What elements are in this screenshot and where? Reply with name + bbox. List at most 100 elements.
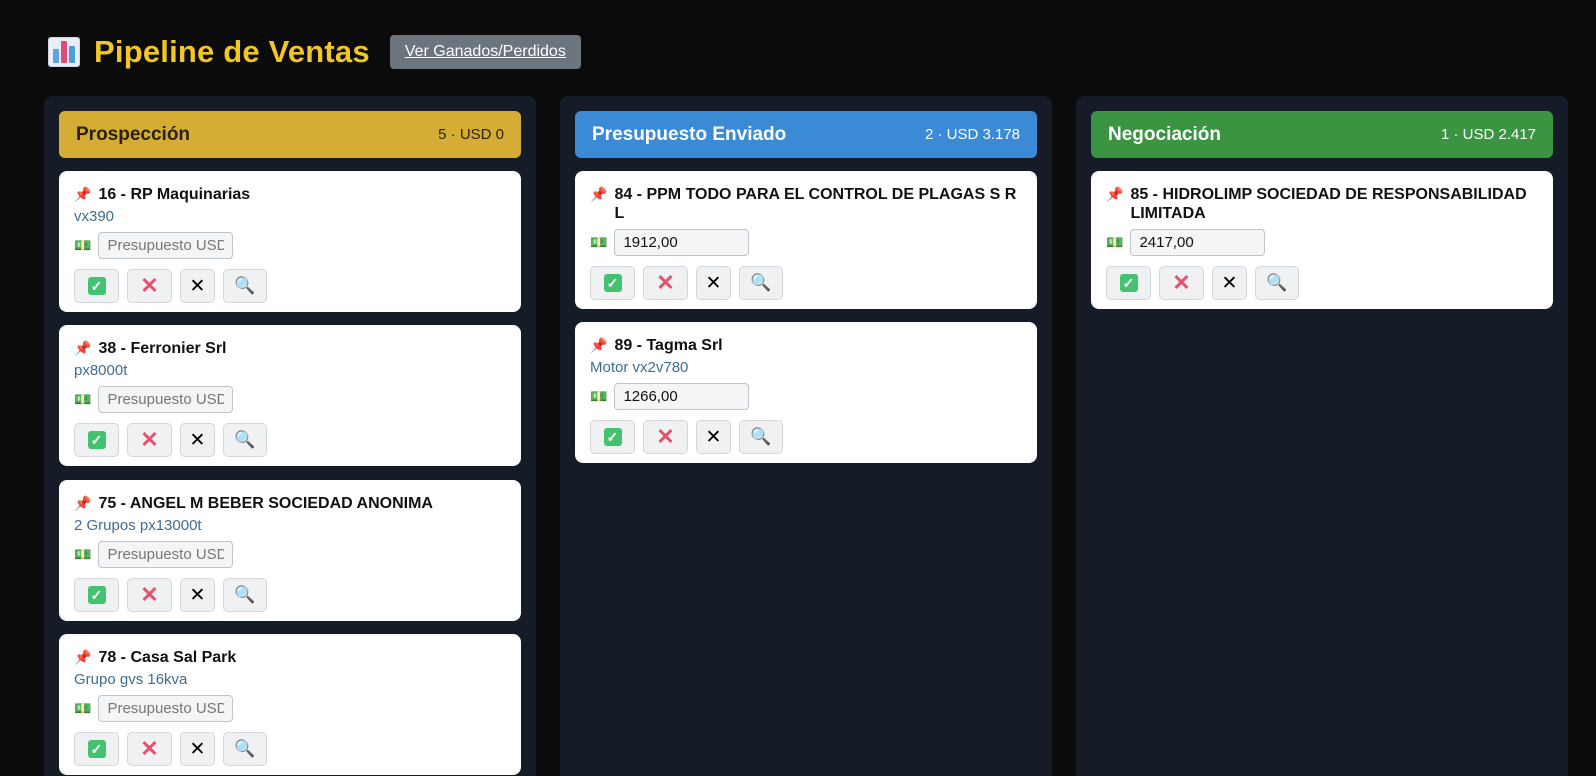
mark-won-button[interactable]: ✓ — [74, 578, 119, 612]
view-details-button[interactable]: 🔍 — [1255, 266, 1299, 300]
close-icon: ✕ — [189, 584, 206, 606]
view-details-button[interactable]: 🔍 — [223, 732, 267, 766]
red-x-icon: ✕ — [656, 424, 675, 449]
column-title: Presupuesto Enviado — [592, 123, 787, 145]
column-summary: 1 · USD 2.417 — [1440, 126, 1536, 143]
column-summary: 5 · USD 0 — [438, 126, 504, 143]
magnifier-icon: 🔍 — [234, 585, 256, 604]
view-details-button[interactable]: 🔍 — [739, 420, 783, 454]
pin-icon: 📌 — [74, 495, 92, 511]
check-icon: ✓ — [1119, 274, 1138, 292]
budget-input[interactable] — [614, 229, 750, 256]
mark-lost-button[interactable]: ✕ — [127, 423, 172, 457]
check-icon: ✓ — [87, 586, 106, 604]
magnifier-icon: 🔍 — [234, 430, 256, 449]
view-details-button[interactable]: 🔍 — [223, 269, 267, 303]
check-icon: ✓ — [603, 428, 622, 446]
view-details-button[interactable]: 🔍 — [223, 423, 267, 457]
pin-icon: 📌 — [1106, 186, 1124, 202]
budget-input[interactable] — [98, 695, 234, 722]
mark-won-button[interactable]: ✓ — [74, 269, 119, 303]
deal-title: 75 - ANGEL M BEBER SOCIEDAD ANONIMA — [98, 495, 433, 512]
mark-won-button[interactable]: ✓ — [74, 423, 119, 457]
pin-icon: 📌 — [590, 337, 608, 353]
deal-subtitle: px8000t — [74, 362, 128, 379]
money-icon: 💵 — [74, 546, 92, 562]
mark-lost-button[interactable]: ✕ — [643, 420, 688, 454]
deal-card[interactable]: 📌 84 - PPM TODO PARA EL CONTROL DE PLAGAS… — [575, 171, 1037, 309]
deal-card[interactable]: 📌78 - Casa Sal Park Grupo gvs 16kva 💵 ✓ … — [59, 634, 521, 775]
page-header: Pipeline de Ventas Ver Ganados/Perdidos — [48, 32, 581, 72]
budget-input[interactable] — [98, 386, 234, 413]
red-x-icon: ✕ — [656, 270, 675, 295]
mark-won-button[interactable]: ✓ — [74, 732, 119, 766]
magnifier-icon: 🔍 — [750, 273, 772, 292]
mark-won-button[interactable]: ✓ — [1106, 266, 1151, 300]
mark-lost-button[interactable]: ✕ — [1159, 266, 1204, 300]
column-header-negociacion: Negociación 1 · USD 2.417 — [1091, 111, 1553, 158]
close-button[interactable]: ✕ — [180, 732, 215, 766]
column-title: Prospección — [76, 123, 191, 145]
close-button[interactable]: ✕ — [696, 266, 731, 300]
deal-title: 78 - Casa Sal Park — [98, 649, 237, 666]
close-icon: ✕ — [705, 272, 722, 294]
close-icon: ✕ — [189, 275, 206, 297]
view-details-button[interactable]: 🔍 — [223, 578, 267, 612]
mark-lost-button[interactable]: ✕ — [643, 266, 688, 300]
red-x-icon: ✕ — [140, 273, 159, 298]
column-title: Negociación — [1108, 123, 1221, 145]
deal-card[interactable]: 📌 89 - Tagma Srl Motor vx2v780 💵 ✓ ✕ ✕ 🔍 — [575, 322, 1037, 463]
check-icon: ✓ — [87, 277, 106, 295]
red-x-icon: ✕ — [140, 582, 159, 607]
column-negociacion: Negociación 1 · USD 2.417 📌 85 - HIDROLIM… — [1076, 96, 1568, 776]
deal-card[interactable]: 📌 85 - HIDROLIMP SOCIEDAD DE RESPONSABILI… — [1091, 171, 1553, 309]
mark-won-button[interactable]: ✓ — [590, 266, 635, 300]
money-icon: 💵 — [590, 388, 608, 404]
close-button[interactable]: ✕ — [180, 423, 215, 457]
deal-card[interactable]: 📌 75 - ANGEL M BEBER SOCIEDAD ANONIMA 2 G… — [59, 480, 521, 621]
magnifier-icon: 🔍 — [234, 739, 256, 758]
column-header-prospeccion: Prospección 5 · USD 0 — [59, 111, 521, 158]
close-icon: ✕ — [1221, 272, 1238, 294]
magnifier-icon: 🔍 — [234, 276, 256, 295]
mark-lost-button[interactable]: ✕ — [127, 269, 172, 303]
pin-icon: 📌 — [590, 186, 608, 202]
budget-input[interactable] — [98, 541, 234, 568]
deal-subtitle: Motor vx2v780 — [590, 359, 689, 376]
view-won-lost-button[interactable]: Ver Ganados/Perdidos — [389, 35, 581, 69]
deal-title: 85 - HIDROLIMP SOCIEDAD DE RESPONSABILID… — [1130, 186, 1527, 222]
budget-input[interactable] — [1130, 229, 1266, 256]
mark-lost-button[interactable]: ✕ — [127, 732, 172, 766]
check-icon: ✓ — [87, 740, 106, 758]
check-icon: ✓ — [87, 431, 106, 449]
column-presupuesto-enviado: Presupuesto Enviado 2 · USD 3.178 📌 84 - … — [560, 96, 1052, 776]
deal-card[interactable]: 📌 38 - Ferronier Srl px8000t 💵 ✓ ✕ ✕ 🔍 — [59, 325, 521, 466]
pin-icon: 📌 — [74, 649, 92, 665]
magnifier-icon: 🔍 — [750, 427, 772, 446]
deal-card[interactable]: 📌 16 - RP Maquinarias vx390 💵 ✓ ✕ ✕ 🔍 — [59, 171, 521, 312]
budget-input[interactable] — [614, 383, 750, 410]
red-x-icon: ✕ — [1172, 270, 1191, 295]
close-button[interactable]: ✕ — [1212, 266, 1247, 300]
pin-icon: 📌 — [74, 186, 92, 202]
column-summary: 2 · USD 3.178 — [924, 126, 1020, 143]
close-icon: ✕ — [705, 426, 722, 448]
close-button[interactable]: ✕ — [696, 420, 731, 454]
check-icon: ✓ — [603, 274, 622, 292]
close-button[interactable]: ✕ — [180, 578, 215, 612]
deal-subtitle: Grupo gvs 16kva — [74, 671, 188, 688]
column-header-presupuesto-enviado: Presupuesto Enviado 2 · USD 3.178 — [575, 111, 1037, 158]
deal-title: 89 - Tagma Srl — [614, 337, 723, 354]
red-x-icon: ✕ — [140, 427, 159, 452]
mark-lost-button[interactable]: ✕ — [127, 578, 172, 612]
deal-title: 16 - RP Maquinarias — [98, 186, 251, 203]
pin-icon: 📌 — [74, 340, 92, 356]
red-x-icon: ✕ — [140, 736, 159, 761]
view-details-button[interactable]: 🔍 — [739, 266, 783, 300]
budget-input[interactable] — [98, 232, 234, 259]
deal-subtitle: 2 Grupos px13000t — [74, 517, 202, 534]
money-icon: 💵 — [74, 700, 92, 716]
close-button[interactable]: ✕ — [180, 269, 215, 303]
page-title: Pipeline de Ventas — [94, 34, 370, 69]
mark-won-button[interactable]: ✓ — [590, 420, 635, 454]
